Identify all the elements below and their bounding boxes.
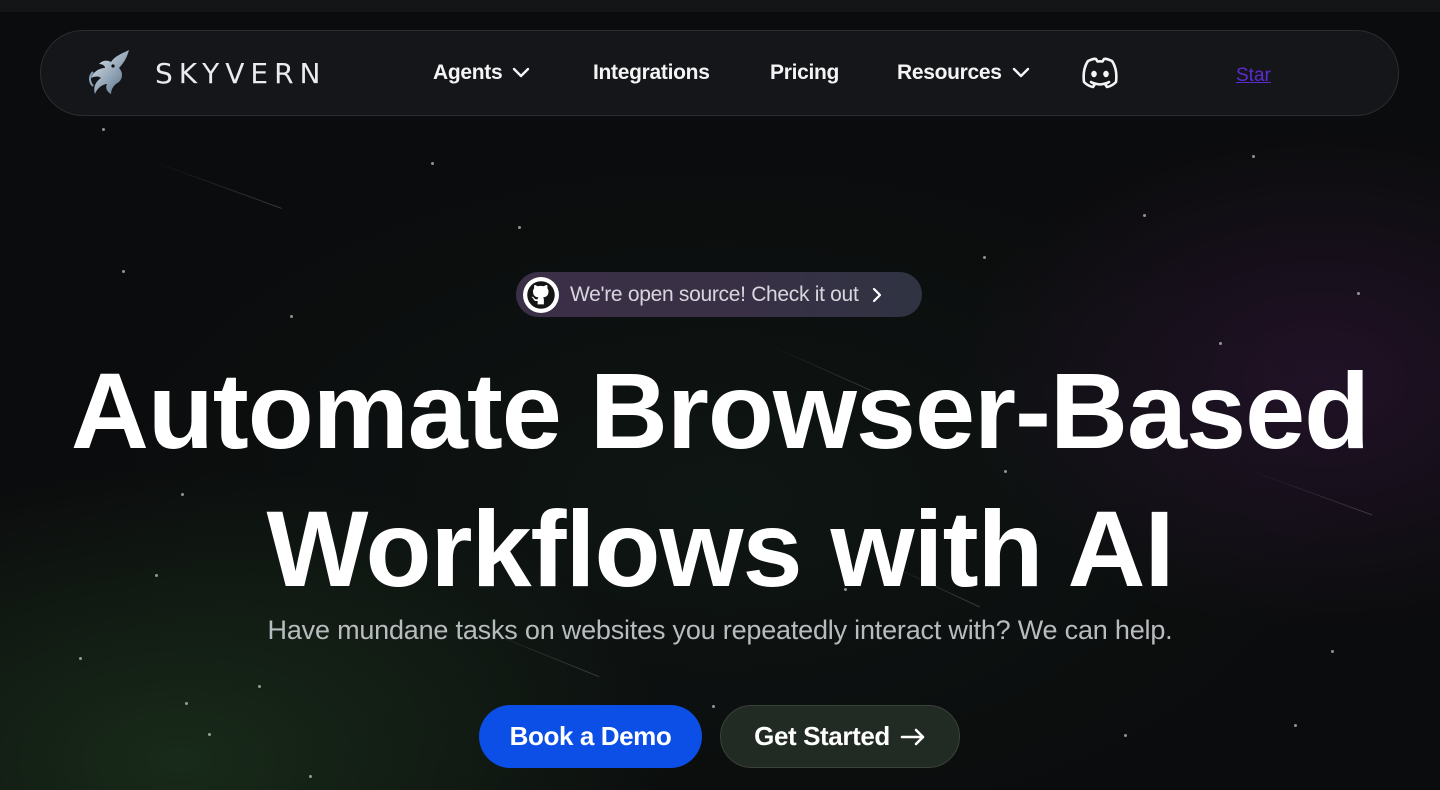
dragon-logo-icon bbox=[89, 50, 129, 94]
github-icon bbox=[523, 276, 559, 313]
nav-item-resources[interactable]: Resources bbox=[897, 61, 1030, 85]
brand-logo-link[interactable]: SKYVERN bbox=[85, 48, 327, 98]
badge-text: We're open source! Check it out bbox=[570, 282, 859, 306]
get-started-label: Get Started bbox=[754, 721, 890, 751]
nav-item-label: Agents bbox=[433, 61, 503, 84]
navbar: SKYVERN Agents Integrations Pricing Reso… bbox=[40, 30, 1399, 116]
nav-item-integrations[interactable]: Integrations bbox=[593, 61, 710, 85]
hero-subtitle: Have mundane tasks on websites you repea… bbox=[267, 615, 1173, 645]
open-source-badge[interactable]: We're open source! Check it out bbox=[516, 272, 922, 317]
hero-title-line-2: Workflows with AI bbox=[266, 488, 1174, 609]
brand-name: SKYVERN bbox=[155, 56, 327, 90]
chevron-down-icon bbox=[1012, 67, 1029, 78]
arrow-right-icon bbox=[900, 728, 925, 745]
github-star-link[interactable]: Star bbox=[1236, 65, 1271, 87]
nav-item-agents[interactable]: Agents bbox=[433, 61, 530, 85]
top-strip bbox=[0, 0, 1440, 12]
chevron-down-icon bbox=[513, 67, 530, 78]
book-demo-button[interactable]: Book a Demo bbox=[479, 705, 702, 768]
nav-item-label: Pricing bbox=[770, 61, 840, 84]
hero-title: Automate Browser-Based Workflows with AI bbox=[0, 342, 1440, 618]
book-demo-label: Book a Demo bbox=[509, 721, 672, 751]
chevron-right-icon bbox=[873, 287, 882, 302]
discord-icon[interactable] bbox=[1080, 55, 1120, 91]
get-started-button[interactable]: Get Started bbox=[720, 705, 960, 768]
nav-item-label: Integrations bbox=[593, 61, 710, 84]
hero-title-line-1: Automate Browser-Based bbox=[70, 350, 1370, 471]
nav-item-pricing[interactable]: Pricing bbox=[770, 61, 839, 85]
nav-item-label: Resources bbox=[897, 61, 1002, 84]
